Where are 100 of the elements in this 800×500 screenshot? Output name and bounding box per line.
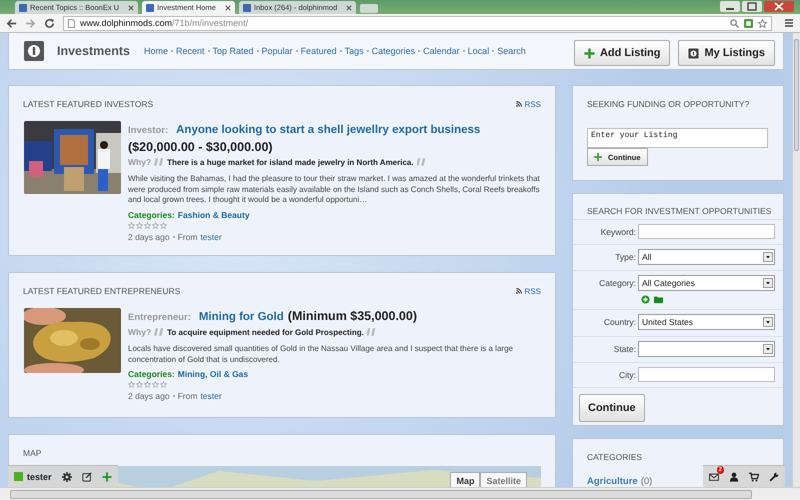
why-label: Why? xyxy=(128,157,152,167)
nav-link[interactable]: Calendar xyxy=(423,46,460,56)
section-heading: CATEGORIES xyxy=(587,452,644,462)
categories-label: Categories: xyxy=(128,210,175,220)
edit-icon[interactable] xyxy=(82,472,92,482)
amount-text: (Minimum $35,000.00) xyxy=(288,309,417,323)
from-label: From xyxy=(178,232,198,242)
add-listing-button[interactable]: Add Listing xyxy=(574,40,670,66)
map-type-button[interactable]: Map xyxy=(450,472,480,487)
nav-link[interactable]: Popular xyxy=(262,46,293,56)
field-label: Type: xyxy=(614,251,636,262)
category-link[interactable]: Mining, Oil & Gas xyxy=(178,369,248,379)
field-label: Category: xyxy=(598,277,636,288)
close-icon[interactable] xyxy=(128,4,134,10)
section-heading: LATEST FEATURED INVESTORS xyxy=(23,99,154,109)
section-heading: SEEKING FUNDING OR OPPORTUNITY? xyxy=(587,99,750,109)
section-heading: LATEST FEATURED ENTREPRENEURS xyxy=(23,286,180,296)
reload-icon[interactable] xyxy=(44,18,55,28)
role-label: Investor: xyxy=(128,125,168,136)
my-listings-button[interactable]: My Listings xyxy=(678,40,775,66)
nav-link[interactable]: Top Rated xyxy=(212,46,254,56)
select-field[interactable]: All Categories xyxy=(638,275,775,291)
field-label: City: xyxy=(618,369,636,380)
nav-link[interactable]: Local xyxy=(468,46,490,56)
add-circle-icon[interactable] xyxy=(641,295,650,304)
listing-description: Locals have discovered small quantities of Gold in the Nassau Village area and I suspect that there is a large concentration of Gold that is undiscovered. xyxy=(128,344,514,365)
back-icon[interactable] xyxy=(6,18,17,28)
nav-link[interactable]: Featured xyxy=(300,46,337,56)
listing-title-link[interactable]: Mining for Gold xyxy=(198,309,284,326)
open-quote-icon xyxy=(154,158,164,166)
why-text: There is a huge market for island made jewelry in North America. xyxy=(167,158,414,166)
zoom-icon[interactable] xyxy=(730,18,739,28)
section-heading: SEARCH FOR INVESTMENT OPPORTUNITIES xyxy=(573,206,783,220)
status-indicator xyxy=(14,472,23,481)
continue-button[interactable]: Continue xyxy=(579,394,645,422)
map-type-button[interactable]: Satellite xyxy=(480,472,527,487)
safe-icon xyxy=(23,40,45,62)
category-count: (0) xyxy=(640,476,652,487)
select-field[interactable]: United States xyxy=(638,314,775,330)
category-link[interactable]: Fashion & Beauty xyxy=(178,210,250,220)
close-icon[interactable] xyxy=(346,4,352,10)
text-field[interactable] xyxy=(638,367,775,382)
text-field[interactable] xyxy=(638,224,775,239)
extension-icon[interactable] xyxy=(744,18,753,28)
field-label: Keyword: xyxy=(600,226,636,237)
plus-icon xyxy=(584,48,595,58)
nav-link[interactable]: Home xyxy=(144,46,168,56)
plus-icon xyxy=(594,153,602,161)
star-rating[interactable] xyxy=(128,222,167,228)
star-icon[interactable] xyxy=(758,18,767,28)
person-icon[interactable] xyxy=(729,472,739,482)
maximize-icon[interactable] xyxy=(742,1,762,12)
username-link[interactable]: tester xyxy=(27,472,52,482)
close-quote-icon xyxy=(416,158,427,166)
dropdown-icon xyxy=(763,252,773,262)
nav-link[interactable]: Tags xyxy=(344,46,364,56)
rss-icon xyxy=(516,288,522,294)
from-label: From xyxy=(178,391,198,401)
plus-icon[interactable] xyxy=(102,472,112,482)
rss-link[interactable]: RSS xyxy=(516,100,541,108)
age-text: 2 days ago xyxy=(128,232,170,242)
field-label: State: xyxy=(612,343,636,354)
nav-link[interactable]: Recent xyxy=(176,46,204,56)
wrench-icon[interactable] xyxy=(769,472,779,482)
horizontal-scrollbar[interactable] xyxy=(0,487,800,500)
amount-text: ($20,000.00 - $30,000.00) xyxy=(128,140,273,154)
rss-link[interactable]: RSS xyxy=(516,286,541,296)
safe-icon xyxy=(688,48,700,58)
minimize-icon[interactable] xyxy=(720,1,740,12)
categories-label: Categories: xyxy=(128,369,175,379)
rss-icon xyxy=(516,101,522,107)
select-field[interactable]: All xyxy=(638,249,775,265)
author-link[interactable]: tester xyxy=(200,232,222,242)
why-label: Why? xyxy=(128,327,152,337)
site-title: Investments xyxy=(57,44,130,58)
favicon-icon xyxy=(19,4,27,12)
nav-link[interactable]: Search xyxy=(497,46,526,56)
age-text: 2 days ago xyxy=(128,391,170,401)
dropdown-icon xyxy=(763,317,773,327)
mail-icon[interactable] xyxy=(709,472,719,482)
nav-link[interactable]: Categories xyxy=(372,46,416,56)
favicon-icon xyxy=(242,4,251,12)
folder-icon[interactable] xyxy=(654,295,663,304)
author-link[interactable]: tester xyxy=(200,391,222,401)
select-field[interactable] xyxy=(638,341,775,357)
listing-title-link[interactable]: Anyone looking to start a shell jewellry export business xyxy=(176,122,480,139)
listing-field[interactable]: Enter your Listing xyxy=(587,128,768,148)
vertical-scrollbar[interactable] xyxy=(792,33,800,487)
address-field[interactable]: www.dolphinmods.com/71b/m/investment/ xyxy=(63,16,772,30)
role-label: Entrepreneur: xyxy=(128,312,191,323)
close-icon[interactable] xyxy=(224,4,231,10)
settings-icon[interactable] xyxy=(62,472,72,482)
open-quote-icon xyxy=(154,328,164,336)
menu-icon[interactable] xyxy=(784,18,794,28)
cart-icon[interactable] xyxy=(749,472,759,482)
star-rating[interactable] xyxy=(128,381,167,388)
close-quote-icon xyxy=(366,328,377,336)
category-link[interactable]: Agriculture xyxy=(587,476,638,487)
close-icon[interactable] xyxy=(764,1,794,12)
dropdown-icon xyxy=(763,278,773,288)
